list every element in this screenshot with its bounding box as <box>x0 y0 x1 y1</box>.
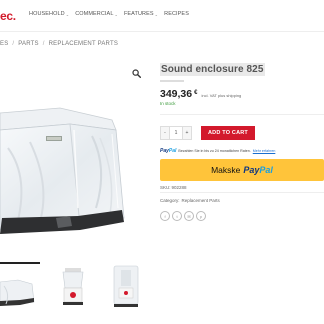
paypal-button-label: Makske <box>211 165 241 175</box>
category-label: Category: <box>160 198 180 203</box>
nav-recipes[interactable]: RECIPES <box>164 11 189 17</box>
share-icons: f t ✉ p <box>160 211 206 221</box>
header-divider <box>0 31 324 32</box>
site-logo[interactable]: ec. <box>0 9 16 23</box>
product-main-image[interactable] <box>0 58 148 248</box>
quantity-input[interactable]: 1 <box>169 127 183 139</box>
price-row: 349,36 € incl. VAT plus shipping <box>160 88 241 100</box>
nav-features-label: FEATURES <box>123 11 154 17</box>
sku-value: 902288 <box>171 185 187 190</box>
breadcrumb-item[interactable]: PARTS <box>18 41 38 47</box>
tax-note: incl. VAT plus shipping <box>201 93 242 98</box>
category-link[interactable]: Replacement Parts <box>182 198 220 203</box>
paypal-logo-icon: PayPal <box>160 148 176 154</box>
title-divider <box>160 80 184 82</box>
paypal-pal-text: Pal <box>259 165 273 175</box>
currency-symbol: € <box>194 90 198 96</box>
breadcrumb-separator: / <box>42 41 45 47</box>
stock-divider <box>160 114 324 115</box>
breadcrumb: ES / PARTS / REPLACEMENT PARTS <box>0 41 118 47</box>
breadcrumb-item[interactable]: ES <box>0 41 8 47</box>
paypal-installment-note: PayPal Bezahlen Sie in bis zu 24 monatli… <box>160 148 275 154</box>
category-row: Category: Replacement Parts <box>160 198 220 203</box>
quantity-decrease-button[interactable]: - <box>161 127 169 139</box>
thumbnail-strip <box>0 262 146 310</box>
thumbnail-sound-enclosure-side[interactable] <box>0 262 40 310</box>
facebook-icon[interactable]: f <box>160 211 170 221</box>
nav-household[interactable]: HOUSEHOLD ⌄ <box>29 11 69 17</box>
quantity-stepper: - 1 + <box>160 126 192 140</box>
twitter-icon[interactable]: t <box>172 211 182 221</box>
paypal-pay-text: Pay <box>243 165 260 175</box>
chevron-down-icon: ⌄ <box>114 11 118 17</box>
product-title: Sound enclosure 825 <box>160 63 265 76</box>
nav-features[interactable]: FEATURES ⌄ <box>124 11 158 17</box>
nav-household-label: HOUSEHOLD <box>29 11 65 17</box>
breadcrumb-item[interactable]: REPLACEMENT PARTS <box>49 41 118 47</box>
sku-divider <box>160 192 324 193</box>
chevron-down-icon: ⌄ <box>154 11 159 17</box>
sound-enclosure-illustration <box>0 107 125 234</box>
paypal-wordmark-icon: PayPal <box>243 165 273 175</box>
breadcrumb-separator: / <box>12 41 15 47</box>
nav-recipes-label: RECIPES <box>164 11 189 17</box>
thumbnail-blender-enclosure[interactable] <box>106 262 146 310</box>
chevron-down-icon: ⌄ <box>65 11 70 17</box>
paypal-pal-text: Pal <box>168 148 177 154</box>
nav-commercial-label: COMMERCIAL <box>75 11 114 17</box>
nav-commercial[interactable]: COMMERCIAL ⌄ <box>75 11 118 17</box>
zoom-icon[interactable] <box>132 65 142 79</box>
stock-status: In stock <box>160 101 176 106</box>
sku-label: SKU: <box>160 185 171 190</box>
main-nav: HOUSEHOLD ⌄ COMMERCIAL ⌄ FEATURES ⌄ RECI… <box>29 11 189 17</box>
quantity-increase-button[interactable]: + <box>183 127 191 139</box>
paypal-checkout-button[interactable]: Makske PayPal <box>160 159 324 181</box>
email-icon[interactable]: ✉ <box>184 211 194 221</box>
thumbnail-blender-front[interactable] <box>53 262 93 310</box>
sku-row: SKU: 902288 <box>160 185 187 190</box>
paypal-note-text: Bezahlen Sie in bis zu 24 monatlichen Ra… <box>178 149 251 153</box>
product-price: 349,36 <box>160 88 193 100</box>
pinterest-icon[interactable]: p <box>196 211 206 221</box>
add-to-cart-button[interactable]: ADD TO CART <box>201 126 255 140</box>
paypal-pay-text: Pay <box>160 148 169 154</box>
learn-more-link[interactable]: Mehr erfahren <box>253 149 276 153</box>
